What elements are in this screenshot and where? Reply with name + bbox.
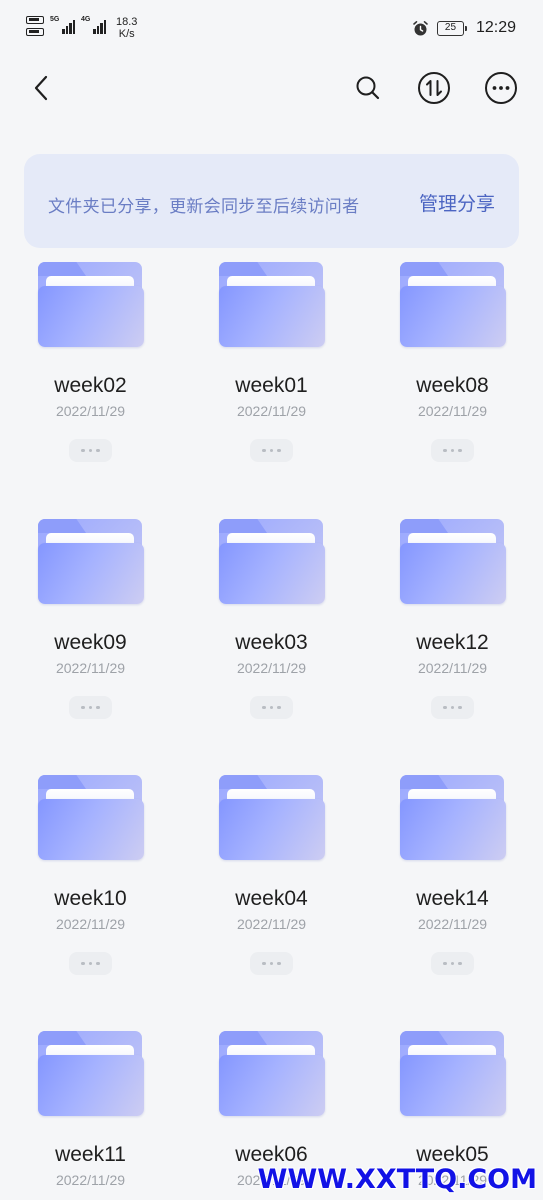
dot-icon xyxy=(262,961,266,966)
folder-item[interactable]: week04 2022/11/29 xyxy=(181,775,362,995)
folder-more-button[interactable] xyxy=(250,696,293,719)
dot-icon xyxy=(81,448,85,453)
folder-item[interactable]: week14 2022/11/29 xyxy=(362,775,543,995)
dot-icon xyxy=(88,448,93,453)
watermark: WWW.XXTTQ.COM xyxy=(257,1164,537,1195)
folder-name: week02 xyxy=(54,374,127,397)
share-notice-text: 文件夹已分享，更新会同步至后续访问者 xyxy=(48,197,360,216)
folder-date: 2022/11/29 xyxy=(417,916,488,932)
folder-icon[interactable] xyxy=(219,775,325,863)
folder-name: week03 xyxy=(235,631,308,654)
folder-icon[interactable] xyxy=(38,1031,144,1119)
folder-item[interactable]: week03 2022/11/29 xyxy=(181,519,362,739)
folder-icon[interactable] xyxy=(38,262,144,350)
folder-more-button[interactable] xyxy=(431,696,474,719)
dot-icon xyxy=(81,705,85,710)
dot-icon xyxy=(96,705,100,710)
dot-icon xyxy=(443,448,447,453)
folder-icon[interactable] xyxy=(400,519,506,607)
dot-icon xyxy=(458,448,462,453)
folder-name: week04 xyxy=(235,887,308,910)
folder-date: 2022/11/29 xyxy=(55,660,126,676)
folder-name: week10 xyxy=(54,887,127,910)
folder-date: 2022/11/29 xyxy=(236,916,307,932)
folder-icon[interactable] xyxy=(38,519,144,607)
dot-icon xyxy=(458,705,462,710)
folder-more-button[interactable] xyxy=(69,696,112,719)
dot-icon xyxy=(88,705,93,710)
folder-date: 2022/11/29 xyxy=(236,403,307,419)
dot-icon xyxy=(277,961,281,966)
folder-date: 2022/11/29 xyxy=(55,916,126,932)
folder-more-button[interactable] xyxy=(431,952,474,975)
dot-icon xyxy=(277,448,281,453)
folder-icon[interactable] xyxy=(400,775,506,863)
folder-date: 2022/11/29 xyxy=(417,660,488,676)
file-share-page: 5G 4G 18.3 K/s 25 12:29 week02 2022/11/2… xyxy=(0,0,543,1200)
dot-icon xyxy=(269,705,274,710)
dot-icon xyxy=(450,961,455,966)
folder-date: 2022/11/29 xyxy=(55,403,126,419)
folder-icon[interactable] xyxy=(219,519,325,607)
dot-icon xyxy=(81,961,85,966)
folder-item[interactable]: week11 2022/11/29 xyxy=(0,1031,181,1200)
folder-date: 2022/11/29 xyxy=(236,660,307,676)
folder-item[interactable]: week02 2022/11/29 xyxy=(0,262,181,482)
dot-icon xyxy=(277,705,281,710)
folder-name: week09 xyxy=(54,631,127,654)
folder-name: week11 xyxy=(55,1143,126,1166)
folder-name: week01 xyxy=(235,374,308,397)
folder-more-button[interactable] xyxy=(250,952,293,975)
dot-icon xyxy=(96,961,100,966)
folder-icon[interactable] xyxy=(400,262,506,350)
dot-icon xyxy=(269,961,274,966)
dot-icon xyxy=(96,448,100,453)
folder-more-button[interactable] xyxy=(69,952,112,975)
manage-share-link[interactable]: 管理分享 xyxy=(419,189,495,216)
folder-icon[interactable] xyxy=(38,775,144,863)
folder-date: 2022/11/29 xyxy=(55,1172,126,1188)
folder-item[interactable]: week08 2022/11/29 xyxy=(362,262,543,482)
dot-icon xyxy=(443,961,447,966)
folder-item[interactable]: week12 2022/11/29 xyxy=(362,519,543,739)
dot-icon xyxy=(458,961,462,966)
dot-icon xyxy=(262,448,266,453)
share-notice-banner: 文件夹已分享，更新会同步至后续访问者 管理分享 xyxy=(24,154,519,248)
folder-item[interactable]: week01 2022/11/29 xyxy=(181,262,362,482)
dot-icon xyxy=(443,705,447,710)
dot-icon xyxy=(450,448,455,453)
dot-icon xyxy=(262,705,266,710)
dot-icon xyxy=(269,448,274,453)
folder-more-button[interactable] xyxy=(250,439,293,462)
folder-name: week12 xyxy=(416,631,489,654)
dot-icon xyxy=(88,961,93,966)
folder-icon[interactable] xyxy=(400,1031,506,1119)
folder-icon[interactable] xyxy=(219,262,325,350)
folder-icon[interactable] xyxy=(219,1031,325,1119)
folder-item[interactable]: week09 2022/11/29 xyxy=(0,519,181,739)
folder-date: 2022/11/29 xyxy=(417,403,488,419)
folder-item[interactable]: week10 2022/11/29 xyxy=(0,775,181,995)
folder-name: week08 xyxy=(416,374,489,397)
folder-more-button[interactable] xyxy=(69,439,112,462)
dot-icon xyxy=(450,705,455,710)
folder-name: week14 xyxy=(416,887,489,910)
folder-more-button[interactable] xyxy=(431,439,474,462)
